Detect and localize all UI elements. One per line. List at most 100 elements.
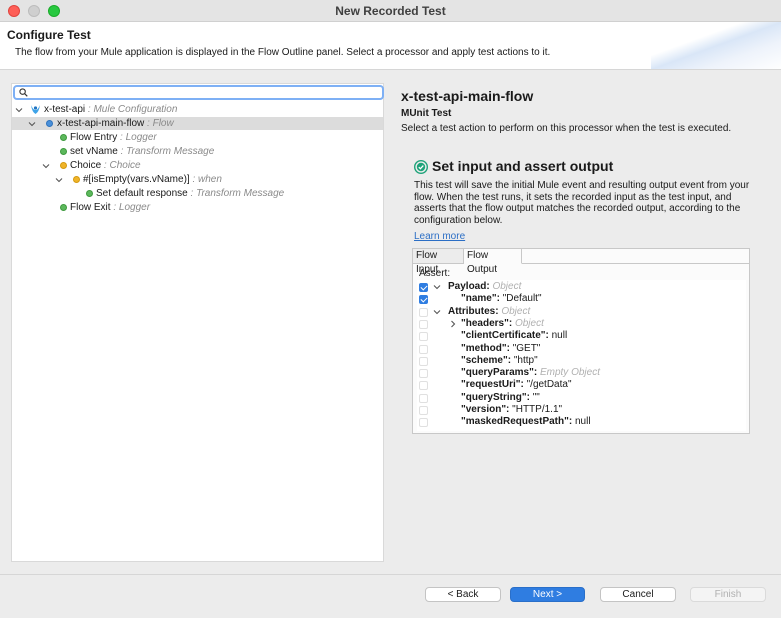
tree-item-type: : when <box>192 174 222 185</box>
chevron-down-icon[interactable] <box>433 283 441 291</box>
assert-row: "name": "Default" <box>417 293 746 305</box>
back-button[interactable]: < Back <box>425 587 501 602</box>
tree-item-flow-entry[interactable]: Flow Entry : Logger <box>12 131 383 144</box>
choice-icon <box>60 162 67 169</box>
assert-row: "maskedRequestPath": null <box>417 416 746 428</box>
tree-item-name: Set default response <box>96 188 188 199</box>
tree-item-name: x-test-api-main-flow <box>57 118 145 129</box>
tree-item-type: : Flow <box>147 118 174 129</box>
tab-flow-output[interactable]: Flow Output <box>464 249 522 275</box>
processor-subtitle: MUnit Test <box>401 108 452 119</box>
chevron-down-icon[interactable] <box>433 308 441 316</box>
processor-title: x-test-api-main-flow <box>401 88 534 104</box>
mule-config-icon <box>31 105 40 114</box>
tree-item-name: Choice <box>70 160 102 171</box>
tree-item-name: Flow Entry <box>70 132 118 143</box>
assert-key: "queryString": <box>461 391 530 403</box>
assert-checkbox[interactable] <box>419 319 428 329</box>
assert-checkbox[interactable] <box>419 307 428 317</box>
flow-icon <box>46 120 53 127</box>
assert-key: "maskedRequestPath": <box>461 416 573 428</box>
search-input[interactable] <box>13 85 384 100</box>
assert-value: Empty Object <box>539 367 600 379</box>
assert-row: Payload: Object <box>417 281 746 293</box>
tree-item-config[interactable]: x-test-api : Mule Configuration <box>12 103 383 116</box>
assert-value: Object <box>514 317 544 329</box>
finish-button[interactable]: Finish <box>690 587 766 602</box>
assert-row: "requestUri": "/getData" <box>417 379 746 391</box>
tree-item-type: : Choice <box>103 160 141 171</box>
tree-item-type: : Mule Configuration <box>87 104 178 115</box>
assert-checkbox[interactable] <box>419 332 428 342</box>
assert-key: Attributes: <box>448 305 499 317</box>
assert-key: "headers": <box>461 317 513 329</box>
assert-row: "version": "HTTP/1.1" <box>417 404 746 416</box>
chevron-down-icon[interactable] <box>55 176 63 184</box>
assert-value: "http" <box>513 354 538 366</box>
assert-checkbox[interactable] <box>419 369 428 379</box>
assert-checkbox[interactable] <box>419 406 428 415</box>
logger-icon <box>60 134 67 141</box>
transform-icon <box>86 190 93 197</box>
assert-key: "requestUri": <box>461 379 524 391</box>
tree-item-when[interactable]: #[isEmpty(vars.vName)] : when <box>12 173 383 186</box>
assert-value: null <box>574 416 591 428</box>
assert-value: Object <box>501 305 531 317</box>
assert-checkbox[interactable] <box>419 295 428 305</box>
assert-key: "name": <box>461 293 500 305</box>
assert-value: Object <box>492 281 522 292</box>
flow-outline-panel: x-test-api : Mule Configuration x-test-a… <box>11 83 384 562</box>
title-bar: New Recorded Test <box>0 0 781 22</box>
assert-key: "queryParams": <box>461 367 538 379</box>
processor-description: Select a test action to perform on this … <box>401 123 732 134</box>
assert-row: "queryParams": Empty Object <box>417 367 746 379</box>
assert-checkbox[interactable] <box>419 393 428 403</box>
logger-icon <box>60 204 67 211</box>
assert-value: "/getData" <box>526 379 572 391</box>
tab-flow-input[interactable]: Flow Input <box>413 249 464 275</box>
record-check-icon <box>414 160 428 174</box>
test-action-title: Set input and assert output <box>432 158 614 174</box>
search-icon <box>19 88 28 97</box>
assert-value: "HTTP/1.1" <box>512 404 563 415</box>
chevron-down-icon[interactable] <box>15 106 23 114</box>
assert-checkbox[interactable] <box>419 418 428 428</box>
tree-item-main-flow[interactable]: x-test-api-main-flow : Flow <box>12 117 383 130</box>
assert-checkbox[interactable] <box>419 283 428 292</box>
assert-row: "scheme": "http" <box>417 355 746 367</box>
next-button[interactable]: Next > <box>510 587 585 602</box>
tree-item-type: : Logger <box>113 202 151 213</box>
tree-item-flow-exit[interactable]: Flow Exit : Logger <box>12 201 383 214</box>
tree-item-choice[interactable]: Choice : Choice <box>12 159 383 172</box>
chevron-down-icon[interactable] <box>42 162 50 170</box>
assert-key: "version": <box>461 404 510 415</box>
window-title: New Recorded Test <box>335 4 446 18</box>
cancel-button[interactable]: Cancel <box>600 587 676 602</box>
tree-item-type: : Transform Message <box>120 146 215 157</box>
tree-item-name: #[isEmpty(vars.vName)] <box>83 174 190 185</box>
page-description: The flow from your Mule application is d… <box>15 47 551 58</box>
assert-row: "method": "GET" <box>417 343 746 355</box>
tree-item-set-default-response[interactable]: Set default response : Transform Message <box>12 187 383 200</box>
assert-value: "" <box>532 391 540 403</box>
chevron-right-icon[interactable] <box>449 320 457 328</box>
assert-checkbox[interactable] <box>419 344 428 354</box>
chevron-down-icon[interactable] <box>28 120 36 128</box>
assert-value: null <box>551 330 568 342</box>
learn-more-link[interactable]: Learn more <box>414 231 465 242</box>
tree-item-set-vname[interactable]: set vName : Transform Message <box>12 145 383 158</box>
assert-row: "queryString": "" <box>417 392 746 404</box>
when-icon <box>73 176 80 183</box>
assert-key: Payload: <box>448 281 490 292</box>
assert-checkbox[interactable] <box>419 381 428 391</box>
assert-value: "GET" <box>512 342 541 354</box>
wizard-header: Configure Test The flow from your Mule a… <box>0 22 781 70</box>
assert-row: Attributes: Object <box>417 306 746 318</box>
tree-item-type: : Transform Message <box>190 188 285 199</box>
assert-key: "clientCertificate": <box>461 330 549 342</box>
page-title: Configure Test <box>7 28 91 42</box>
assert-checkbox[interactable] <box>419 356 428 366</box>
tree-item-type: : Logger <box>120 132 157 143</box>
assert-key: "method": <box>461 342 510 354</box>
header-banner-graphic <box>651 22 781 69</box>
